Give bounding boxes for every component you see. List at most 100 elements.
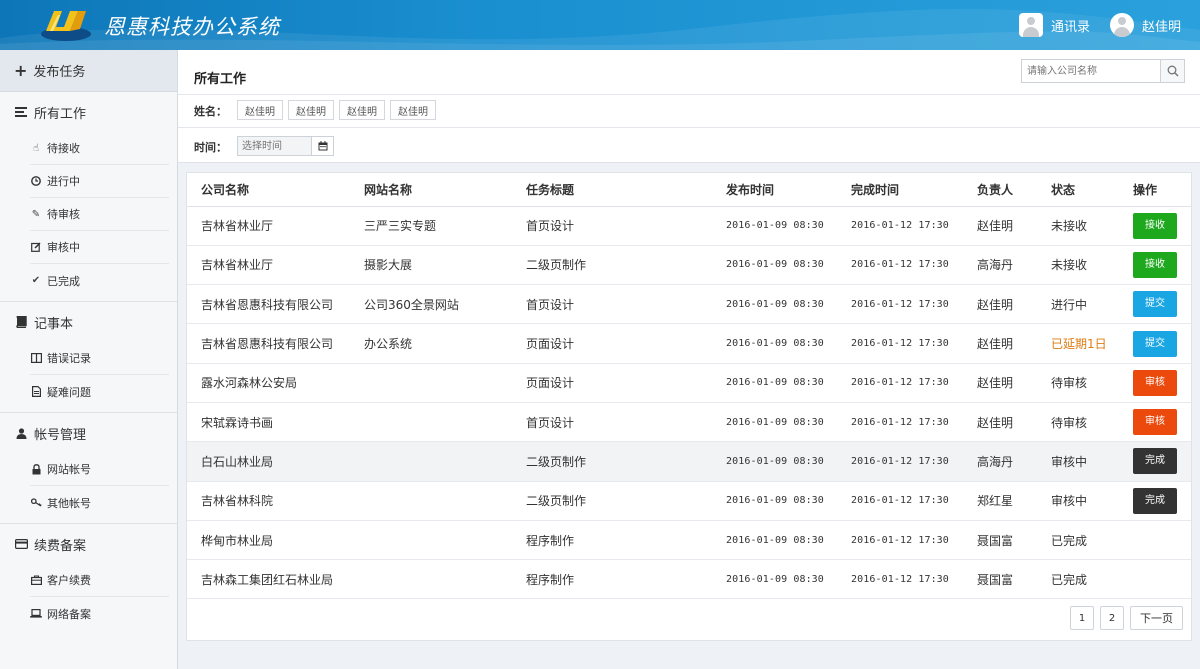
table-row: 吉林森工集团红石林业局 程序制作 2016-01-09 08:30 2016-01-1… [187, 560, 1191, 599]
credit-card-icon [14, 537, 28, 551]
sidebar-group-label: 帐号管理 [34, 427, 87, 443]
sidebar-item-network-filing[interactable]: 网络备案 [30, 597, 169, 630]
page-button-2[interactable]: 2 [1100, 606, 1124, 630]
cell-action: 接收 [1133, 206, 1191, 245]
cell-owner: 赵佳明 [977, 415, 1014, 430]
cell-owner: 聂国富 [977, 533, 1014, 548]
row-spacer [187, 481, 201, 520]
briefcase-icon [30, 574, 42, 586]
cell-status: 审核中 [1051, 454, 1088, 469]
cell-status: 待审核 [1051, 376, 1088, 391]
row-action-button[interactable]: 提交 [1133, 330, 1177, 357]
col-owner: 负责人 [977, 173, 1051, 207]
user-icon [14, 426, 28, 440]
cell-publish-time: 2016-01-09 08:30 [726, 495, 824, 507]
cell-task: 页面设计 [526, 376, 575, 391]
app-title: 恩惠科技办公系统 [104, 15, 280, 39]
user-menu[interactable]: 赵佳明 [1110, 12, 1181, 38]
sidebar-group-title-all-work[interactable]: 所有工作 [0, 92, 177, 132]
table-header-spacer [187, 173, 201, 207]
contacts-link[interactable]: 通讯录 [1019, 12, 1090, 38]
name-tag[interactable]: 赵佳明 [390, 100, 436, 120]
search-button[interactable] [1160, 60, 1184, 82]
sidebar-group-notebook: 记事本 错误记录 疑难问题 [0, 302, 177, 413]
row-action-button[interactable]: 审核 [1133, 409, 1177, 436]
row-action-button[interactable]: 完成 [1133, 487, 1177, 514]
cell-site [364, 363, 526, 402]
name-tag[interactable]: 赵佳明 [339, 100, 385, 120]
cell-company: 吉林省林业厅 [201, 258, 274, 273]
row-action-button[interactable]: 审核 [1133, 369, 1177, 396]
table-row: 吉林省恩惠科技有限公司 办公系统 页面设计 2016-01-09 08:30 2016-… [187, 324, 1191, 364]
contacts-avatar-icon [1019, 13, 1043, 37]
lock-icon [30, 463, 42, 475]
cell-finish-time: 2016-01-12 17:30 [851, 338, 949, 350]
sidebar-item-other-accounts[interactable]: 其他帐号 [30, 486, 169, 519]
sidebar-item-pending-review[interactable]: ✎ 待审核 [30, 198, 169, 231]
sidebar-item-label: 已完成 [47, 274, 80, 288]
sidebar-item-customer-renewal[interactable]: 客户续费 [30, 564, 169, 597]
task-table: 公司名称 网站名称 任务标题 发布时间 完成时间 负责人 状态 操作 吉林省林业… [187, 173, 1191, 599]
row-spacer [187, 363, 201, 402]
cell-publish-time: 2016-01-09 08:30 [726, 455, 824, 467]
cell-company: 吉林省林科院 [201, 494, 274, 509]
table-row: 露水河森林公安局 页面设计 2016-01-09 08:30 2016-01-12 1… [187, 363, 1191, 403]
cell-finish-time: 2016-01-12 17:30 [851, 455, 949, 467]
table-header-row: 公司名称 网站名称 任务标题 发布时间 完成时间 负责人 状态 操作 [187, 173, 1191, 207]
row-action-button[interactable]: 提交 [1133, 291, 1177, 318]
laptop-icon [30, 608, 42, 620]
sidebar-item-pending-accept[interactable]: ☝ 待接收 [30, 132, 169, 165]
cell-owner: 赵佳明 [977, 297, 1014, 312]
sidebar-item-reviewing[interactable]: 审核中 [30, 231, 169, 264]
top-header: 恩惠科技办公系统 通讯录 赵佳明 [0, 0, 1200, 50]
cell-action: 审核 [1133, 402, 1191, 441]
sidebar-item-in-progress[interactable]: 进行中 [30, 165, 169, 198]
cell-site: 办公系统 [364, 337, 413, 352]
row-action-button[interactable]: 接收 [1133, 212, 1177, 239]
search-input[interactable] [1022, 60, 1161, 82]
cell-task: 页面设计 [526, 337, 575, 352]
sidebar-item-error-log[interactable]: 错误记录 [30, 342, 169, 375]
calendar-button[interactable] [311, 137, 333, 155]
cell-site [364, 442, 526, 481]
sidebar-group-title-notebook[interactable]: 记事本 [0, 302, 177, 342]
row-spacer [187, 520, 201, 559]
cell-owner: 高海丹 [977, 454, 1014, 469]
sidebar-group-title-renewal[interactable]: 续费备案 [0, 524, 177, 564]
cell-status: 未接收 [1051, 258, 1088, 273]
sidebar-group-account: 帐号管理 网站帐号 其他帐号 [0, 413, 177, 524]
cell-company: 白石山林业局 [201, 454, 274, 469]
cell-publish-time: 2016-01-09 08:30 [726, 259, 824, 271]
name-tag[interactable]: 赵佳明 [288, 100, 334, 120]
next-page-button[interactable]: 下一页 [1130, 606, 1183, 630]
row-action-button[interactable]: 接收 [1133, 251, 1177, 278]
cell-finish-time: 2016-01-12 17:30 [851, 298, 949, 310]
cell-owner: 赵佳明 [977, 376, 1014, 391]
cell-task: 首页设计 [526, 219, 575, 234]
sidebar-group-title-account[interactable]: 帐号管理 [0, 413, 177, 453]
page-button-1[interactable]: 1 [1070, 606, 1094, 630]
date-input[interactable] [238, 137, 312, 155]
cell-task: 二级页制作 [526, 454, 587, 469]
company-logo [41, 11, 91, 41]
col-status: 状态 [1051, 173, 1133, 207]
cell-company: 露水河森林公安局 [201, 376, 298, 391]
cell-action: 接收 [1133, 245, 1191, 284]
cell-site: 摄影大展 [364, 258, 413, 273]
cell-action [1133, 520, 1191, 559]
clock-icon [30, 175, 42, 187]
publish-task-button[interactable]: + 发布任务 [0, 50, 177, 92]
cell-action: 完成 [1133, 442, 1191, 481]
table-row: 白石山林业局 二级页制作 2016-01-09 08:30 2016-01-12 17… [187, 441, 1191, 482]
hand-pointer-icon: ☝ [32, 142, 40, 154]
cell-finish-time: 2016-01-12 17:30 [851, 220, 949, 232]
row-action-button[interactable]: 完成 [1133, 448, 1177, 475]
cell-site: 公司360全景网站 [364, 297, 459, 312]
sidebar-item-completed[interactable]: ✔ 已完成 [30, 264, 169, 297]
name-tag[interactable]: 赵佳明 [237, 100, 283, 120]
cell-status: 审核中 [1051, 494, 1088, 509]
sidebar-item-difficult-issues[interactable]: 疑难问题 [30, 375, 169, 408]
sidebar-item-site-accounts[interactable]: 网站帐号 [30, 453, 169, 486]
publish-task-label: 发布任务 [33, 65, 86, 80]
cell-status: 已延期1日 [1051, 337, 1107, 352]
